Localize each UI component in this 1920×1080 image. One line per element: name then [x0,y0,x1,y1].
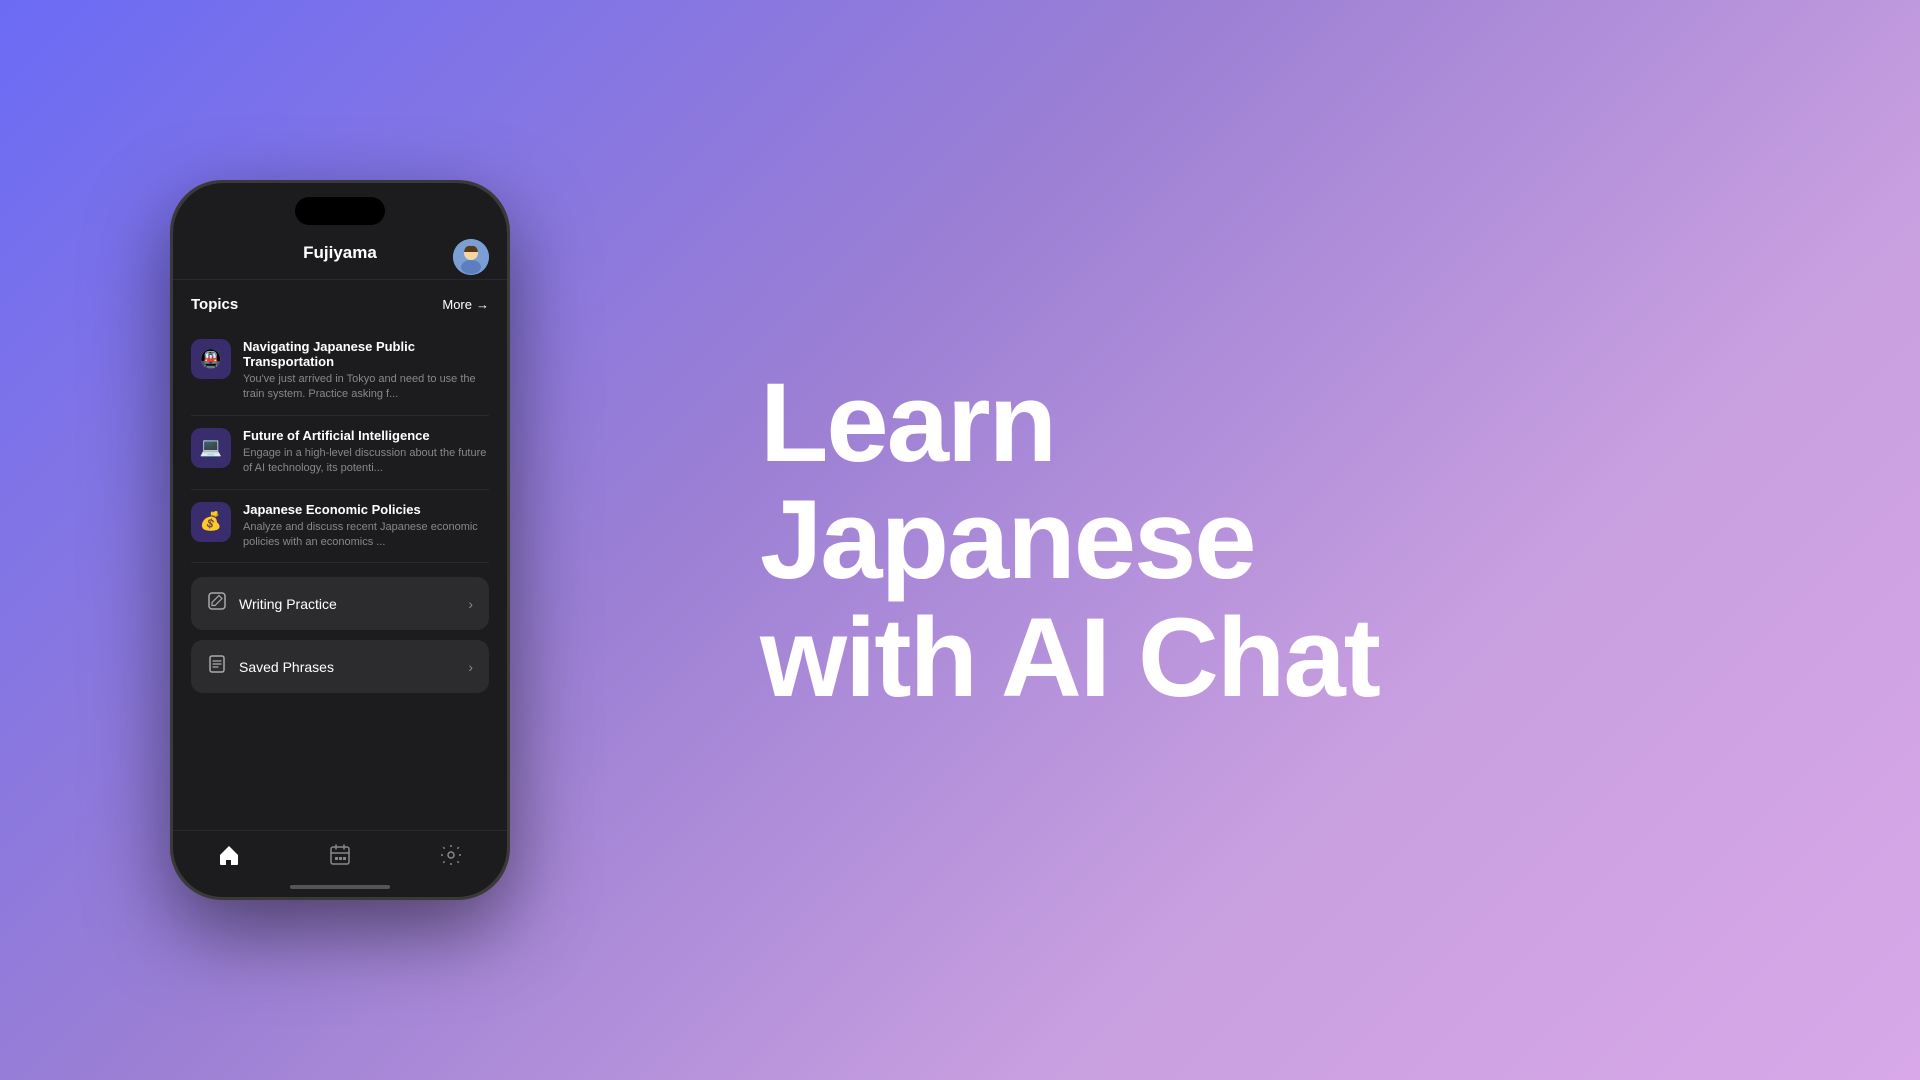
phone-container: Fujiyama [0,0,680,1080]
nav-home[interactable] [217,843,241,867]
topic-text-economics: Japanese Economic Policies Analyze and d… [243,502,489,551]
topic-icon-ai: 💻 [191,428,231,468]
app-content: Topics More → 🚇 Navigating Japanese Publ… [173,280,507,864]
more-link[interactable]: More → [442,297,489,312]
topics-section-header: Topics More → [191,296,489,313]
hero-heading: Learn Japanese with AI Chat [760,364,1840,717]
phone-frame: Fujiyama [170,180,510,900]
topic-item[interactable]: 💰 Japanese Economic Policies Analyze and… [191,490,489,564]
writing-practice-button[interactable]: Writing Practice › [191,577,489,630]
hero-line-1: Learn [760,360,1055,485]
writing-icon [207,591,227,616]
topic-desc-economics: Analyze and discuss recent Japanese econ… [243,520,489,551]
nav-calendar[interactable] [328,843,352,867]
topic-name-transport: Navigating Japanese Public Transportatio… [243,339,489,369]
nav-settings[interactable] [439,843,463,867]
topic-item[interactable]: 💻 Future of Artificial Intelligence Enga… [191,416,489,490]
topic-item[interactable]: 🚇 Navigating Japanese Public Transportat… [191,327,489,416]
topic-name-economics: Japanese Economic Policies [243,502,489,517]
topic-desc-transport: You've just arrived in Tokyo and need to… [243,372,489,403]
phone-screen: Fujiyama [173,183,507,897]
dynamic-island [295,197,385,225]
avatar[interactable] [453,239,489,275]
arrow-right-icon: → [476,297,489,312]
topic-text-ai: Future of Artificial Intelligence Engage… [243,428,489,477]
saved-phrases-left: Saved Phrases [207,654,334,679]
topic-text-transport: Navigating Japanese Public Transportatio… [243,339,489,403]
writing-practice-left: Writing Practice [207,591,337,616]
writing-practice-label: Writing Practice [239,596,337,612]
topic-icon-transport: 🚇 [191,339,231,379]
hero-line-2: Japanese [760,477,1255,602]
topic-icon-economics: 💰 [191,502,231,542]
saved-phrases-label: Saved Phrases [239,659,334,675]
saved-phrases-button[interactable]: Saved Phrases › [191,640,489,693]
topic-name-ai: Future of Artificial Intelligence [243,428,489,443]
app-title: Fujiyama [303,243,377,263]
chevron-right-icon: › [468,596,473,612]
hero-line-3: with AI Chat [760,595,1379,720]
topic-desc-ai: Engage in a high-level discussion about … [243,446,489,477]
saved-phrases-icon [207,654,227,679]
topics-label: Topics [191,296,238,313]
chevron-right-icon-2: › [468,659,473,675]
hero-section: Learn Japanese with AI Chat [680,304,1920,777]
avatar-image [453,239,489,275]
home-indicator [290,885,390,889]
